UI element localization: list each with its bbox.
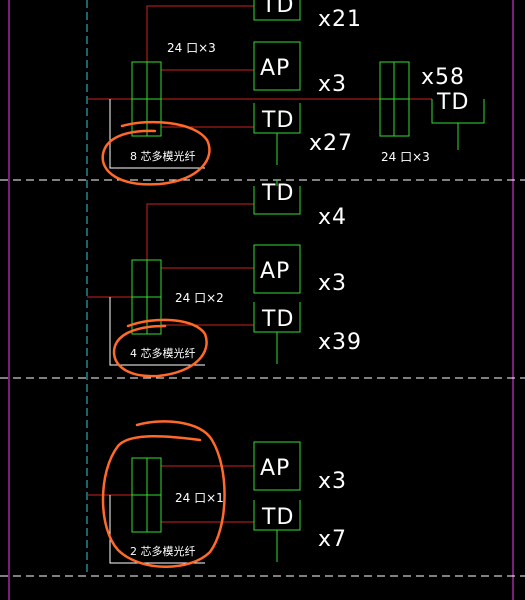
splitter-label: 24 口×3 — [381, 150, 430, 164]
splitter-upper — [131, 61, 162, 137]
splitter-label: 24 口×3 — [167, 41, 216, 55]
cables-lower — [87, 465, 254, 523]
device-label: TD — [261, 505, 294, 530]
section-upper: 24 口×3 8 芯多模光纤 TD x21 AP x3 TD x27 24 口×… — [87, 0, 485, 186]
splitter-label: 24 口×1 — [175, 491, 224, 505]
device-label: AP — [260, 456, 290, 481]
device-label: AP — [260, 259, 290, 284]
device-label: TD — [261, 0, 294, 18]
riser-diagram: 24 口×3 8 芯多模光纤 TD x21 AP x3 TD x27 24 口×… — [0, 0, 525, 600]
device-label: TD — [261, 307, 294, 332]
device-label: TD — [436, 90, 469, 115]
device-count: x27 — [309, 131, 353, 156]
device-count: x3 — [318, 271, 347, 296]
device-count: x39 — [318, 330, 362, 355]
device-label: TD — [261, 108, 294, 133]
device-label: AP — [260, 56, 290, 81]
section-lower: 24 口×1 2 芯多模光纤 AP x3 TD x7 — [87, 420, 347, 568]
device-count: x3 — [318, 72, 347, 97]
splitter-right — [379, 61, 410, 137]
device-count: x3 — [318, 469, 347, 494]
fiber-label: 2 芯多模光纤 — [130, 544, 196, 558]
fiber-label: 4 芯多模光纤 — [130, 346, 196, 360]
cables-middle — [87, 203, 254, 326]
device-count: x21 — [318, 7, 362, 32]
device-count: x7 — [318, 527, 347, 552]
fiber-label: 8 芯多模光纤 — [130, 149, 196, 163]
device-count: x58 — [421, 65, 465, 90]
splitter-lower — [131, 457, 162, 533]
splitter-label: 24 口×2 — [175, 291, 224, 305]
section-middle: 24 口×2 4 芯多模光纤 TD x4 AP x3 TD x39 — [87, 180, 362, 378]
device-label: TD — [261, 181, 294, 206]
device-count: x4 — [318, 205, 347, 230]
